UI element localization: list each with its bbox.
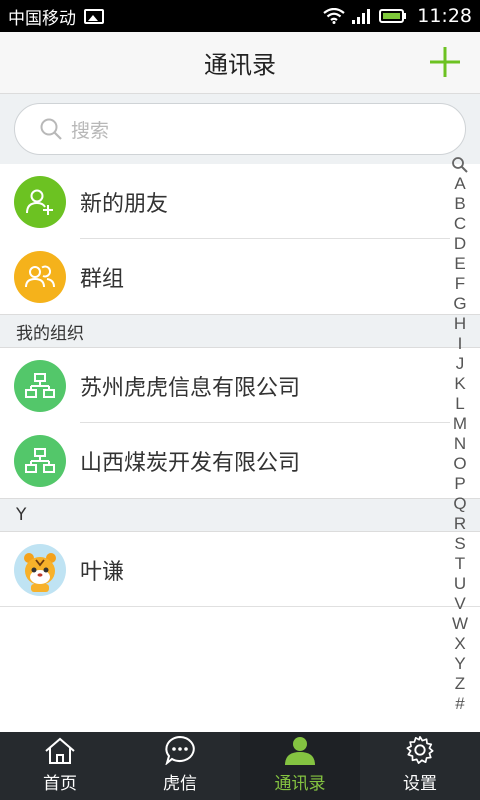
tab-contacts[interactable]: 通讯录: [240, 732, 360, 800]
list-item-label: 群组: [80, 266, 125, 292]
wifi-icon: [323, 8, 345, 24]
list-item-label: 山西煤炭开发有限公司: [80, 450, 301, 476]
alphabet-index[interactable]: A B C D E F G H I J K L M N O P Q R S T U V W X Y Z #: [446, 156, 474, 714]
signal-icon: [352, 9, 371, 24]
index-letter[interactable]: N: [454, 434, 466, 454]
tab-label: 虎信: [163, 774, 197, 794]
group-icon: [14, 250, 66, 303]
tab-label: 设置: [403, 774, 437, 794]
index-letter[interactable]: H: [454, 314, 466, 334]
index-letter[interactable]: A: [454, 174, 465, 194]
battery-icon: [379, 9, 407, 23]
index-letter[interactable]: P: [454, 474, 465, 494]
index-letter[interactable]: R: [454, 514, 466, 534]
search-icon[interactable]: [451, 156, 469, 174]
image-notification-icon: [84, 8, 104, 24]
contact-list: 新的朋友 群组 我的组织 苏州虎虎信息有限公司 山西煤炭开发有限公司 Y 叶谦: [0, 164, 480, 607]
index-letter[interactable]: Q: [453, 494, 466, 514]
list-item-label: 叶谦: [80, 559, 125, 585]
tab-label: 首页: [43, 774, 77, 794]
search-area: 搜索: [0, 94, 480, 164]
index-letter[interactable]: B: [454, 194, 465, 214]
index-letter[interactable]: J: [456, 354, 465, 374]
app-header: 通讯录: [0, 32, 480, 94]
index-letter[interactable]: Z: [455, 674, 465, 694]
index-letter[interactable]: M: [453, 414, 467, 434]
chat-icon: [165, 735, 195, 765]
tab-chat[interactable]: 虎信: [120, 732, 240, 800]
index-letter[interactable]: I: [458, 334, 463, 354]
plus-icon[interactable]: [428, 45, 462, 79]
search-placeholder: 搜索: [71, 119, 110, 142]
search-input[interactable]: 搜索: [14, 103, 466, 155]
tab-label: 通讯录: [274, 774, 326, 794]
index-letter[interactable]: T: [455, 554, 465, 574]
index-letter[interactable]: D: [454, 234, 466, 254]
contact-item[interactable]: 叶谦: [0, 532, 480, 607]
new-friends-item[interactable]: 新的朋友: [0, 164, 480, 239]
index-letter[interactable]: X: [454, 634, 465, 654]
carrier-name: 中国移动: [8, 8, 76, 29]
index-letter[interactable]: K: [454, 374, 465, 394]
org-chart-icon: [14, 434, 66, 487]
gear-icon: [406, 736, 434, 764]
org-item[interactable]: 苏州虎虎信息有限公司: [0, 348, 480, 423]
index-letter[interactable]: G: [453, 294, 466, 314]
list-item-label: 苏州虎虎信息有限公司: [80, 375, 301, 401]
index-letter[interactable]: E: [454, 254, 465, 274]
tiger-avatar: [14, 543, 66, 596]
org-chart-icon: [14, 359, 66, 412]
status-bar: 中国移动 11:28: [0, 0, 480, 32]
index-letter[interactable]: S: [454, 534, 465, 554]
home-icon: [45, 737, 75, 764]
index-letter[interactable]: F: [455, 274, 465, 294]
index-letter[interactable]: Y: [454, 654, 465, 674]
index-letter[interactable]: V: [454, 594, 465, 614]
list-item-label: 新的朋友: [80, 191, 169, 217]
contacts-icon: [285, 737, 315, 765]
groups-item[interactable]: 群组: [0, 239, 480, 314]
tab-settings[interactable]: 设置: [360, 732, 480, 800]
index-letter[interactable]: W: [452, 614, 468, 634]
section-header: Y: [0, 498, 480, 532]
index-letter[interactable]: O: [453, 454, 466, 474]
index-letter[interactable]: U: [454, 574, 466, 594]
divider: [0, 606, 480, 607]
index-letter[interactable]: L: [455, 394, 464, 414]
section-header: 我的组织: [0, 314, 480, 348]
clock: 11:28: [417, 5, 472, 27]
index-letter[interactable]: C: [454, 214, 466, 234]
index-letter[interactable]: #: [455, 694, 464, 714]
org-item[interactable]: 山西煤炭开发有限公司: [0, 423, 480, 498]
search-icon: [40, 118, 62, 140]
bottom-tab-bar: 首页 虎信 通讯录 设置: [0, 732, 480, 800]
page-title: 通讯录: [204, 51, 276, 79]
tab-home[interactable]: 首页: [0, 732, 120, 800]
add-friend-icon: [14, 175, 66, 228]
